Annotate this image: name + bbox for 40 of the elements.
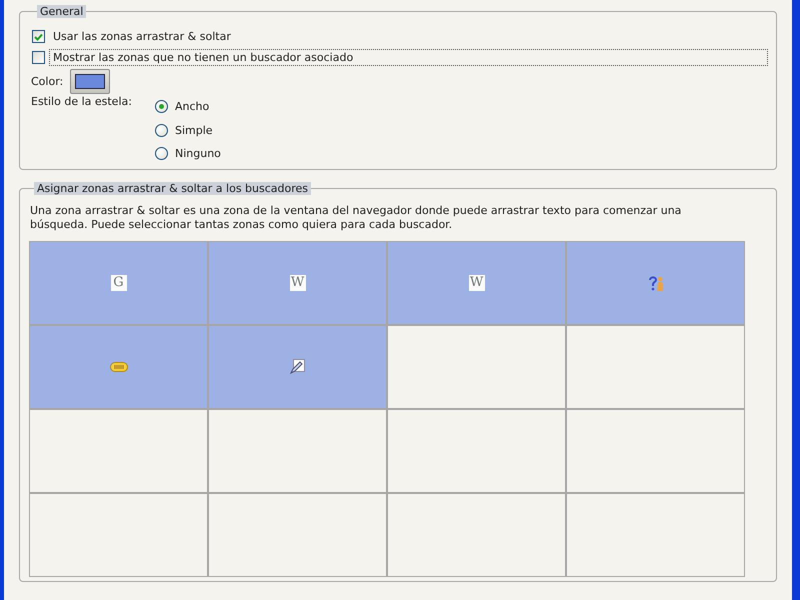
zone-cell[interactable]: W <box>209 242 386 324</box>
radio-button[interactable] <box>155 124 168 137</box>
checkmark-icon <box>34 32 43 40</box>
letter-tile: G <box>110 274 126 290</box>
zone-cell[interactable] <box>209 410 386 492</box>
group-legend: Asignar zonas arrastrar & soltar a los buscadores <box>34 182 312 194</box>
letter-tile: W <box>290 274 306 290</box>
radio-label[interactable]: Ancho <box>175 100 210 114</box>
zone-cell[interactable] <box>567 242 744 324</box>
radio-label[interactable]: Simple <box>175 124 213 137</box>
color-button[interactable] <box>70 69 110 94</box>
zone-cell[interactable] <box>30 494 207 576</box>
zone-cell[interactable] <box>567 494 744 576</box>
zone-cell[interactable]: W <box>388 242 565 324</box>
zone-cell[interactable] <box>388 410 565 492</box>
zone-cell[interactable] <box>209 326 386 408</box>
zone-cell[interactable] <box>30 326 207 408</box>
radio-label[interactable]: Ninguno <box>175 147 221 160</box>
zone-cell[interactable] <box>388 326 565 408</box>
description-text: Una zona arrastrar & soltar es una zona de la ventana del navegador donde puede arrastrar texto para comenzar una búsqueda. Puede seleccionar tantas zonas como quiera para cada buscador. <box>30 204 682 232</box>
checkbox[interactable] <box>32 30 45 43</box>
trail-style-label: Estilo de la estela: <box>31 95 133 108</box>
checkbox[interactable] <box>32 51 45 64</box>
zone-cell[interactable] <box>209 494 386 576</box>
zone-cell[interactable] <box>388 494 565 576</box>
radio-button[interactable] <box>155 100 168 114</box>
radio-dot-icon <box>159 104 164 110</box>
color-label: Color: <box>31 75 64 88</box>
radio-button[interactable] <box>155 147 168 160</box>
checkbox-label[interactable]: Mostrar las zonas que no tienen un buscador asociado <box>50 50 767 65</box>
oval-badge-icon <box>110 362 128 372</box>
pencil-page-icon <box>290 359 305 374</box>
zone-cell[interactable]: G <box>30 242 207 324</box>
zone-cell[interactable] <box>567 410 744 492</box>
zone-cell[interactable] <box>30 410 207 492</box>
question-figure-icon <box>648 274 664 290</box>
letter-tile: W <box>468 274 484 290</box>
group-legend: General <box>37 5 86 18</box>
zone-cell[interactable] <box>567 326 744 408</box>
checkbox-label[interactable]: Usar las zonas arrastrar & soltar <box>50 29 767 44</box>
